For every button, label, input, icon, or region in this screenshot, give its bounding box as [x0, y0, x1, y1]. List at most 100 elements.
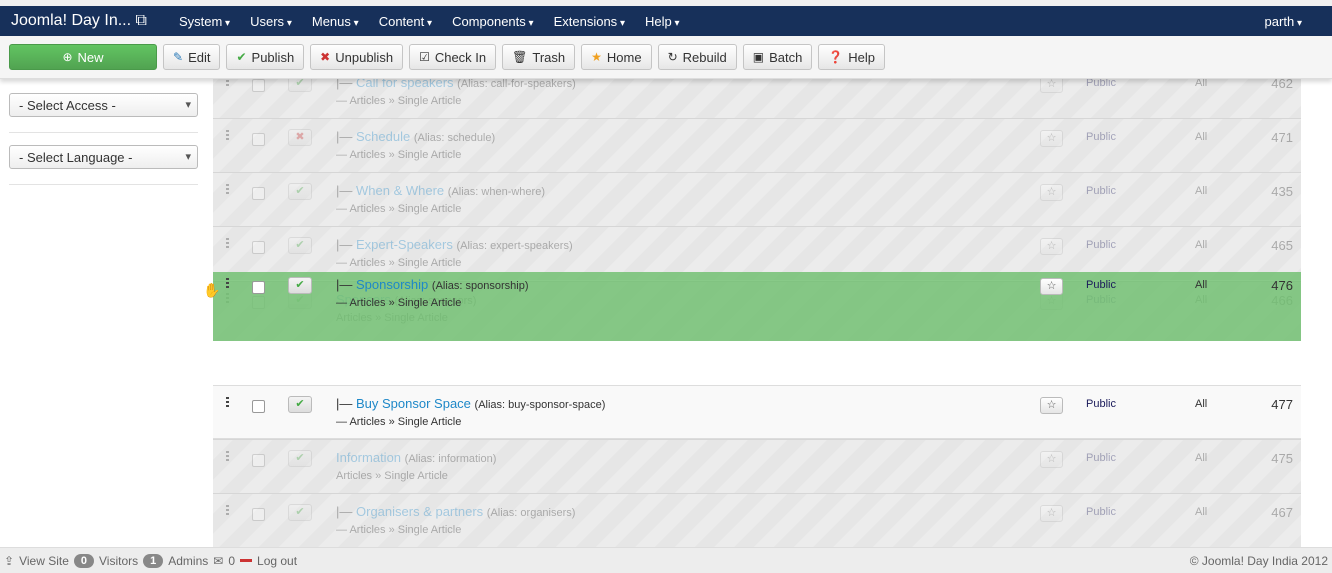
site-brand-link[interactable]: Joomla! Day In... ⧉	[0, 12, 157, 30]
row-checkbox[interactable]	[252, 187, 265, 200]
item-type: — Articles » Single Article	[336, 203, 462, 215]
home-star-button[interactable]: ☆	[1040, 278, 1063, 295]
home-star-button[interactable]: ☆	[1040, 451, 1063, 468]
table-row[interactable]: ✔ Information (Alias: information) Artic…	[213, 439, 1301, 493]
published-check-icon: ✔	[295, 279, 305, 291]
unpublished-icon: ✖	[295, 131, 305, 143]
item-title-link[interactable]: Expert-Speakers	[356, 237, 453, 252]
row-checkbox[interactable]	[252, 454, 265, 467]
unpublish-button[interactable]: ✖ Unpublish	[310, 44, 404, 70]
item-id: 435	[1271, 184, 1293, 199]
grab-cursor-icon: ✋	[203, 282, 221, 298]
user-menu[interactable]: parth	[1255, 14, 1312, 29]
item-title-link[interactable]: Information	[336, 450, 401, 465]
item-type: — Articles » Single Article	[336, 149, 462, 161]
menu-help[interactable]: Help	[635, 14, 690, 29]
menu-system[interactable]: System	[169, 14, 240, 29]
row-checkbox[interactable]	[252, 281, 265, 294]
item-title-link[interactable]: When & Where	[356, 183, 444, 198]
batch-icon: ▣	[752, 50, 765, 64]
menu-components[interactable]: Components	[442, 14, 544, 29]
home-star-button[interactable]: ☆	[1040, 505, 1063, 522]
copyright: © Joomla! Day India 2012	[1189, 554, 1328, 568]
drag-handle-icon[interactable]	[226, 451, 229, 461]
menu-users[interactable]: Users	[240, 14, 302, 29]
drag-handle-icon[interactable]	[226, 278, 229, 288]
checkbox-icon: ☑	[419, 50, 430, 64]
home-star-button[interactable]: ☆	[1040, 238, 1063, 255]
batch-button[interactable]: ▣ Batch	[742, 44, 813, 70]
status-toggle-button[interactable]: ✔	[288, 450, 312, 467]
logout-link[interactable]: Log out	[257, 554, 297, 568]
home-star-button[interactable]: ☆	[1040, 130, 1063, 147]
item-type: Articles » Single Article	[336, 470, 448, 482]
item-id: 471	[1271, 130, 1293, 145]
edit-button[interactable]: ✎ Edit	[163, 44, 221, 70]
menu-extensions[interactable]: Extensions	[544, 14, 635, 29]
home-star-button[interactable]: ☆	[1040, 397, 1063, 414]
menu-menus[interactable]: Menus	[302, 14, 369, 29]
row-checkbox[interactable]	[252, 400, 265, 413]
new-button[interactable]: ⊕ New	[9, 44, 157, 70]
item-title-link[interactable]: Organisers & partners	[356, 504, 483, 519]
menu-content[interactable]: Content	[369, 14, 442, 29]
row-checkbox[interactable]	[252, 79, 265, 92]
trash-icon: 🗑	[512, 50, 528, 64]
select-language[interactable]: - Select Language -	[9, 145, 198, 169]
dragged-row[interactable]: ✔ |— Sponsorship (Alias: sponsorship) — …	[213, 272, 1301, 341]
publish-button[interactable]: ✔ Publish	[226, 44, 305, 70]
view-site-icon: ⇪	[4, 553, 15, 568]
item-title: |— Schedule (Alias: schedule)	[336, 129, 495, 144]
table-row[interactable]: ✔ |— Buy Sponsor Space (Alias: buy-spons…	[213, 385, 1301, 439]
item-title-link[interactable]: Sponsorship	[356, 277, 428, 292]
drag-handle-icon[interactable]	[226, 238, 229, 248]
item-id: 467	[1271, 505, 1293, 520]
help-label: Help	[848, 49, 876, 65]
status-toggle-button[interactable]: ✔	[288, 277, 312, 294]
access-level: Public	[1086, 279, 1116, 291]
view-site-link[interactable]: View Site	[19, 554, 69, 568]
access-level: Public	[1086, 131, 1116, 143]
item-title: |— Buy Sponsor Space (Alias: buy-sponsor…	[336, 396, 605, 411]
status-toggle-button[interactable]: ✖	[288, 129, 312, 146]
drag-handle-icon[interactable]	[226, 505, 229, 515]
item-type: — Articles » Single Article	[336, 524, 462, 536]
envelope-icon: ✉	[213, 553, 224, 568]
drag-handle-icon[interactable]	[226, 130, 229, 140]
refresh-icon: ↻	[667, 50, 678, 64]
new-label: New	[77, 49, 104, 65]
item-alias: (Alias: information)	[404, 453, 497, 465]
table-row[interactable]: ✔ |— When & Where (Alias: when-where) — …	[213, 172, 1301, 226]
edit-label: Edit	[188, 49, 211, 65]
status-toggle-button[interactable]: ✔	[288, 504, 312, 521]
status-toggle-button[interactable]: ✔	[288, 396, 312, 413]
trash-button[interactable]: 🗑 Trash	[502, 44, 576, 70]
messages-count[interactable]: 0	[228, 554, 235, 568]
drag-handle-icon[interactable]	[226, 184, 229, 194]
item-title: |— Sponsorship (Alias: sponsorship)	[336, 277, 529, 292]
row-checkbox[interactable]	[252, 133, 265, 146]
home-label: Home	[606, 49, 642, 65]
tree-prefix: |—	[336, 237, 356, 252]
item-title-link[interactable]: Schedule	[356, 129, 410, 144]
checkin-button[interactable]: ☑ Check In	[409, 44, 497, 70]
drag-handle-icon[interactable]	[226, 397, 229, 407]
row-checkbox[interactable]	[252, 241, 265, 254]
rebuild-button[interactable]: ↻ Rebuild	[657, 44, 737, 70]
status-toggle-button[interactable]: ✔	[288, 183, 312, 200]
table-row[interactable]: ✖ |— Schedule (Alias: schedule) — Articl…	[213, 118, 1301, 172]
status-toggle-button[interactable]: ✔	[288, 237, 312, 254]
select-access[interactable]: - Select Access -	[9, 93, 198, 117]
rebuild-label: Rebuild	[682, 49, 727, 65]
access-level: Public	[1086, 506, 1116, 518]
language: All	[1195, 279, 1208, 291]
home-button[interactable]: ★ Home	[581, 44, 652, 70]
access-level: Public	[1086, 452, 1116, 464]
help-button[interactable]: ❓ Help	[818, 44, 886, 70]
home-star-button[interactable]: ☆	[1040, 184, 1063, 201]
item-title-link[interactable]: Buy Sponsor Space	[356, 396, 471, 411]
row-checkbox[interactable]	[252, 508, 265, 521]
item-type: — Articles » Single Article	[336, 95, 462, 107]
item-alias: (Alias: buy-sponsor-space)	[474, 399, 606, 411]
table-row[interactable]: ✔ |— Organisers & partners (Alias: organ…	[213, 493, 1301, 547]
